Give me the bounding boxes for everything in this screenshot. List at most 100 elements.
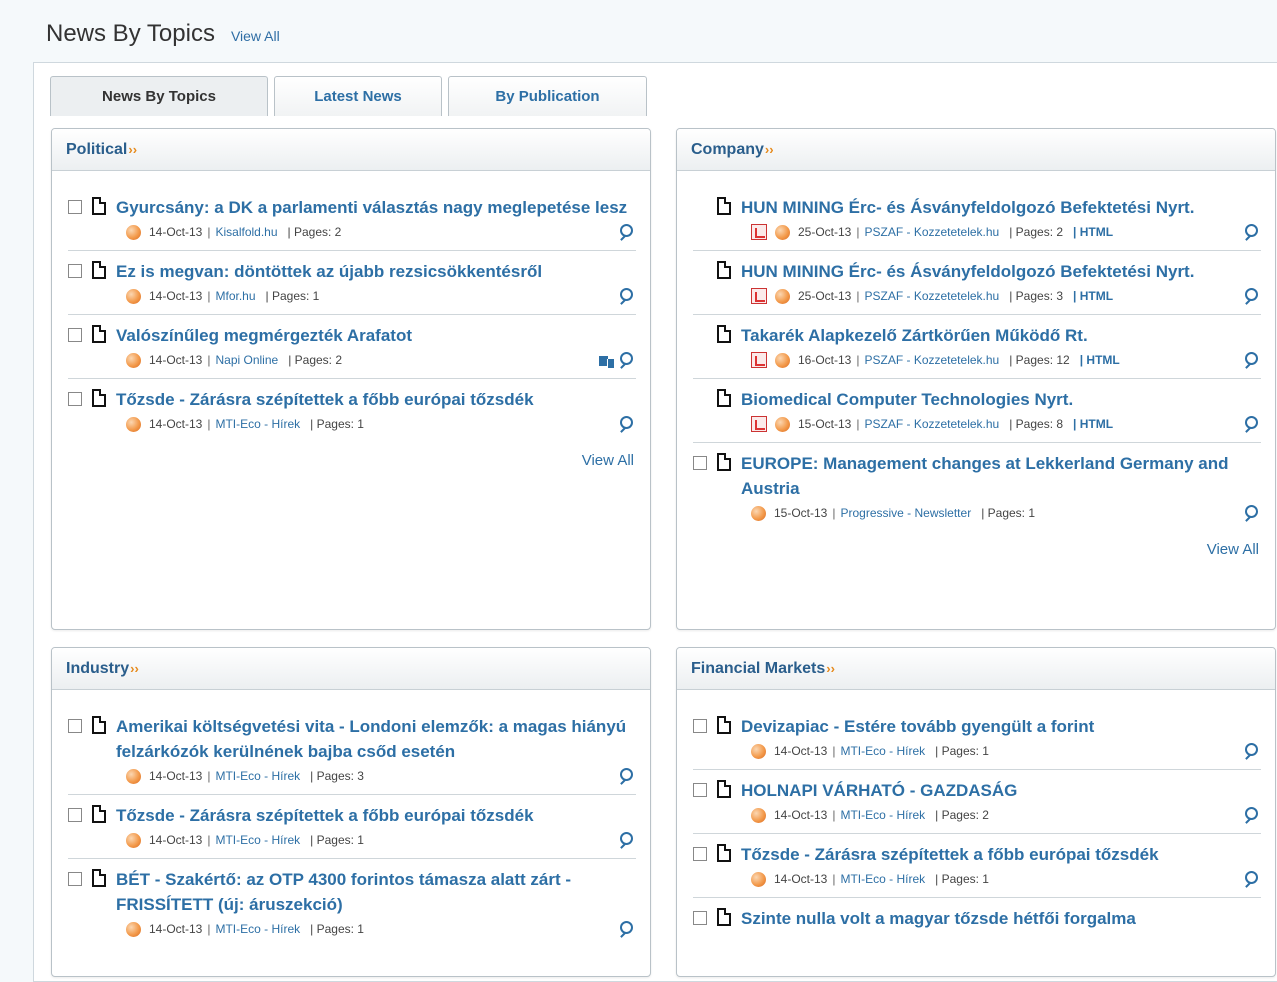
headline-link[interactable]: Valószínűleg megmérgezték Arafatot xyxy=(116,323,412,348)
separator: | xyxy=(856,353,860,367)
magnify-preview-icon[interactable] xyxy=(1243,352,1259,368)
headline-link[interactable]: Takarék Alapkezelő Zártkörűen Működő Rt. xyxy=(741,323,1088,348)
headline-link[interactable]: BÉT - Szakértő: az OTP 4300 forintos tám… xyxy=(116,867,636,917)
publication-link[interactable]: MTI-Eco - Hírek xyxy=(215,922,300,936)
headline-link[interactable]: Devizapiac - Estére tovább gyengült a fo… xyxy=(741,714,1094,739)
magnify-preview-icon[interactable] xyxy=(618,288,634,304)
item-meta: 14-Oct-13 | MTI-Eco - Hírek | Pages: 2 xyxy=(751,806,1261,824)
publication-link[interactable]: Kisalfold.hu xyxy=(215,225,277,239)
headline-link[interactable]: HUN MINING Érc- és Ásványfeldolgozó Befe… xyxy=(741,195,1194,220)
panel-financial-markets: Financial Markets ›› Devizapiac - Estére … xyxy=(676,647,1276,977)
headline-link[interactable]: Ez is megvan: döntöttek az újabb rezsics… xyxy=(116,259,542,284)
publication-link[interactable]: Progressive - Newsletter xyxy=(840,506,971,520)
magnify-preview-icon[interactable] xyxy=(1243,288,1259,304)
publication-link[interactable]: MTI-Eco - Hírek xyxy=(215,417,300,431)
separator: | xyxy=(832,872,836,886)
document-icon xyxy=(92,261,106,279)
document-icon xyxy=(717,261,731,279)
select-checkbox[interactable] xyxy=(693,911,707,925)
headline-link[interactable]: Szinte nulla volt a magyar tőzsde hétfői… xyxy=(741,906,1136,931)
select-checkbox[interactable] xyxy=(693,456,707,470)
magnify-preview-icon[interactable] xyxy=(1243,871,1259,887)
view-all-link[interactable]: View All xyxy=(231,28,280,44)
item-date: 25-Oct-13 xyxy=(798,289,852,303)
panel-header[interactable]: Industry ›› xyxy=(52,648,650,690)
item-meta: 14-Oct-13 | MTI-Eco - Hírek | Pages: 3 xyxy=(126,767,636,785)
select-checkbox[interactable] xyxy=(68,872,82,886)
publication-link[interactable]: MTI-Eco - Hírek xyxy=(215,769,300,783)
headline-link[interactable]: Biomedical Computer Technologies Nyrt. xyxy=(741,387,1073,412)
pdf-icon[interactable] xyxy=(751,416,767,432)
html-link[interactable]: | HTML xyxy=(1073,289,1113,303)
document-icon xyxy=(717,389,731,407)
headline-link[interactable]: Amerikai költségvetési vita - Londoni el… xyxy=(116,714,636,764)
magnify-preview-icon[interactable] xyxy=(1243,416,1259,432)
html-link[interactable]: | HTML xyxy=(1073,417,1113,431)
select-checkbox[interactable] xyxy=(693,847,707,861)
publication-link[interactable]: MTI-Eco - Hírek xyxy=(840,744,925,758)
item-date: 14-Oct-13 xyxy=(149,225,203,239)
magnify-preview-icon[interactable] xyxy=(618,224,634,240)
select-checkbox[interactable] xyxy=(693,783,707,797)
magnify-preview-icon[interactable] xyxy=(1243,743,1259,759)
headline-link[interactable]: EUROPE: Management changes at Lekkerland… xyxy=(741,451,1261,501)
publication-link[interactable]: PSZAF - Kozzetetelek.hu xyxy=(864,225,999,239)
globe-icon xyxy=(751,871,766,887)
publication-link[interactable]: PSZAF - Kozzetetelek.hu xyxy=(864,289,999,303)
magnify-preview-icon[interactable] xyxy=(618,768,634,784)
item-pages: | Pages: 2 xyxy=(288,353,343,367)
publication-link[interactable]: MTI-Eco - Hírek xyxy=(215,833,300,847)
select-checkbox[interactable] xyxy=(68,392,82,406)
magnify-preview-icon[interactable] xyxy=(1243,505,1259,521)
pdf-icon[interactable] xyxy=(751,288,767,304)
html-link[interactable]: | HTML xyxy=(1080,353,1120,367)
headline-link[interactable]: Gyurcsány: a DK a parlamenti választás n… xyxy=(116,195,627,220)
select-checkbox[interactable] xyxy=(68,328,82,342)
publication-link[interactable]: Napi Online xyxy=(215,353,278,367)
publication-link[interactable]: PSZAF - Kozzetetelek.hu xyxy=(864,417,999,431)
panel-title[interactable]: Financial Markets xyxy=(691,660,825,678)
publication-link[interactable]: Mfor.hu xyxy=(215,289,255,303)
globe-icon xyxy=(126,832,141,848)
magnify-preview-icon[interactable] xyxy=(618,416,634,432)
item-pages: | Pages: 1 xyxy=(265,289,320,303)
select-checkbox[interactable] xyxy=(693,719,707,733)
view-all-link[interactable]: View All xyxy=(582,452,634,469)
tab-latest-news[interactable]: Latest News xyxy=(274,76,442,116)
headline-link[interactable]: Tőzsde - Zárásra szépítettek a főbb euró… xyxy=(741,842,1159,867)
select-checkbox[interactable] xyxy=(68,719,82,733)
headline-link[interactable]: Tőzsde - Zárásra szépítettek a főbb euró… xyxy=(116,387,534,412)
pdf-icon[interactable] xyxy=(751,352,767,368)
publication-link[interactable]: MTI-Eco - Hírek xyxy=(840,872,925,886)
view-all-link[interactable]: View All xyxy=(1207,541,1259,558)
item-pages: | Pages: 1 xyxy=(310,922,364,936)
headline-link[interactable]: Tőzsde - Zárásra szépítettek a főbb euró… xyxy=(116,803,534,828)
item-date: 25-Oct-13 xyxy=(798,225,852,239)
html-link[interactable]: | HTML xyxy=(1073,225,1113,239)
magnify-preview-icon[interactable] xyxy=(618,832,634,848)
panel-header[interactable]: Company ›› xyxy=(677,129,1275,171)
headline-link[interactable]: HOLNAPI VÁRHATÓ - GAZDASÁG xyxy=(741,778,1017,803)
item-pages: | Pages: 8 xyxy=(1009,417,1064,431)
magnify-preview-icon[interactable] xyxy=(618,352,634,368)
tab-news-by-topics[interactable]: News By Topics xyxy=(50,76,268,116)
panel-header[interactable]: Political ›› xyxy=(52,129,650,171)
translate-icon[interactable] xyxy=(599,354,614,368)
publication-link[interactable]: PSZAF - Kozzetetelek.hu xyxy=(864,353,999,367)
item-pages: | Pages: 1 xyxy=(935,872,989,886)
magnify-preview-icon[interactable] xyxy=(1243,807,1259,823)
panel-title[interactable]: Industry xyxy=(66,660,129,678)
magnify-preview-icon[interactable] xyxy=(618,921,634,937)
separator: | xyxy=(207,353,211,367)
select-checkbox[interactable] xyxy=(68,808,82,822)
panel-title[interactable]: Political xyxy=(66,141,127,159)
panel-header[interactable]: Financial Markets ›› xyxy=(677,648,1275,690)
magnify-preview-icon[interactable] xyxy=(1243,224,1259,240)
pdf-icon[interactable] xyxy=(751,224,767,240)
publication-link[interactable]: MTI-Eco - Hírek xyxy=(840,808,925,822)
select-checkbox[interactable] xyxy=(68,200,82,214)
panel-title[interactable]: Company xyxy=(691,141,764,159)
select-checkbox[interactable] xyxy=(68,264,82,278)
headline-link[interactable]: HUN MINING Érc- és Ásványfeldolgozó Befe… xyxy=(741,259,1194,284)
tab-by-publication[interactable]: By Publication xyxy=(448,76,647,116)
